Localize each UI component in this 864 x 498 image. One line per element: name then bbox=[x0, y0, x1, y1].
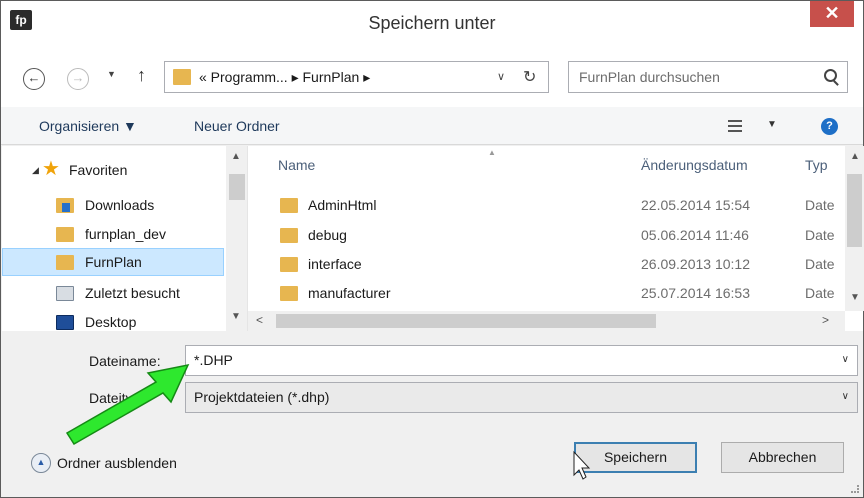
folder-icon bbox=[280, 228, 298, 243]
file-name: debug bbox=[308, 227, 347, 243]
desktop-icon bbox=[56, 315, 74, 330]
scroll-down-icon[interactable]: ▼ bbox=[231, 311, 241, 322]
column-header-label: Name bbox=[278, 157, 316, 173]
sidebar-item-label: Downloads bbox=[85, 197, 155, 213]
folder-icon bbox=[173, 69, 191, 85]
help-icon[interactable]: ? bbox=[821, 118, 838, 135]
address-bar[interactable]: « Programm... ▸ FurnPlan ▸ ∨ ↻ bbox=[164, 61, 549, 93]
new-folder-button[interactable]: Neuer Ordner bbox=[194, 107, 280, 145]
sidebar-item-recent-places[interactable]: Zuletzt besucht bbox=[2, 279, 224, 307]
folder-icon bbox=[56, 227, 74, 242]
title-bar: fp Speichern unter ✕ bbox=[1, 1, 863, 45]
column-header-date[interactable]: Änderungsdatum bbox=[641, 146, 748, 184]
up-one-level-button[interactable]: ↑ bbox=[137, 65, 146, 86]
filename-label: Dateiname: bbox=[89, 353, 161, 369]
folder-icon bbox=[280, 198, 298, 213]
refresh-icon[interactable]: ↻ bbox=[523, 67, 536, 87]
scrollbar-thumb[interactable] bbox=[847, 174, 862, 247]
file-date: 05.06.2014 11:46 bbox=[641, 227, 749, 243]
address-dropdown-icon[interactable]: ∨ bbox=[497, 70, 505, 83]
file-type: Date bbox=[805, 256, 835, 272]
close-button[interactable]: ✕ bbox=[810, 1, 854, 27]
forward-button[interactable]: → bbox=[67, 68, 89, 90]
hide-folders-toggle[interactable]: Ordner ausblenden bbox=[57, 449, 177, 477]
address-row: ← → ▼ ↑ « Programm... ▸ FurnPlan ▸ ∨ ↻ F… bbox=[1, 45, 863, 107]
folder-icon bbox=[280, 286, 298, 301]
file-name: AdminHtml bbox=[308, 197, 377, 213]
scroll-up-icon[interactable]: ▲ bbox=[850, 151, 860, 162]
sidebar-item-furnplan-dev[interactable]: furnplan_dev bbox=[2, 220, 224, 248]
save-button[interactable]: Speichern bbox=[574, 442, 697, 473]
sidebar-item-furnplan[interactable]: FurnPlan bbox=[2, 248, 224, 276]
search-input[interactable]: FurnPlan durchsuchen bbox=[568, 61, 848, 93]
file-type: Date bbox=[805, 197, 835, 213]
sidebar-item-downloads[interactable]: Downloads bbox=[2, 191, 224, 219]
table-row[interactable]: AdminHtml 22.05.2014 15:54 Date bbox=[248, 191, 845, 220]
folder-icon bbox=[280, 257, 298, 272]
file-list-horizontal-scrollbar[interactable]: < > bbox=[248, 311, 845, 331]
dialog-title: Speichern unter bbox=[368, 13, 496, 33]
navigation-scrollbar[interactable]: ▲ ▼ bbox=[226, 146, 247, 331]
cancel-button[interactable]: Abbrechen bbox=[721, 442, 844, 473]
file-list: Name ▲ Änderungsdatum Typ AdminHtml 22.0… bbox=[247, 146, 864, 331]
scrollbar-thumb[interactable] bbox=[276, 314, 656, 328]
scroll-up-icon[interactable]: ▲ bbox=[231, 151, 241, 162]
sidebar-item-label: FurnPlan bbox=[85, 254, 142, 270]
sidebar-item-label: Zuletzt besucht bbox=[85, 285, 180, 301]
scroll-right-icon[interactable]: > bbox=[822, 313, 829, 327]
sidebar-item-favorites[interactable]: ◢ ★ Favoriten bbox=[2, 156, 224, 184]
resize-grip-icon[interactable] bbox=[851, 485, 859, 493]
scroll-down-icon[interactable]: ▼ bbox=[850, 292, 860, 303]
scrollbar-thumb[interactable] bbox=[229, 174, 245, 200]
search-icon[interactable] bbox=[824, 69, 837, 82]
filetype-value: Projektdateien (*.dhp) bbox=[194, 389, 330, 405]
sort-caret-icon: ▲ bbox=[488, 148, 496, 157]
chevron-down-icon[interactable]: ∨ bbox=[842, 391, 849, 402]
folder-icon bbox=[56, 255, 74, 270]
table-row[interactable]: debug 05.06.2014 11:46 Date bbox=[248, 221, 845, 250]
view-options-icon[interactable] bbox=[728, 120, 742, 132]
filename-value: *.DHP bbox=[194, 352, 233, 368]
file-name: interface bbox=[308, 256, 362, 272]
organize-button[interactable]: Organisieren ▼ bbox=[39, 107, 137, 145]
breadcrumb[interactable]: « Programm... ▸ FurnPlan ▸ bbox=[199, 62, 370, 92]
sidebar-item-desktop[interactable]: Desktop bbox=[2, 308, 224, 336]
scroll-left-icon[interactable]: < bbox=[256, 313, 263, 327]
save-as-dialog: fp Speichern unter ✕ ← → ▼ ↑ « Programm.… bbox=[0, 0, 864, 498]
sidebar-item-label: Favoriten bbox=[69, 162, 128, 178]
file-type: Date bbox=[805, 227, 835, 243]
file-type: Date bbox=[805, 285, 835, 301]
table-row[interactable]: manufacturer 25.07.2014 16:53 Date bbox=[248, 279, 845, 308]
file-date: 26.09.2013 10:12 bbox=[641, 256, 750, 272]
file-name: manufacturer bbox=[308, 285, 391, 301]
collapse-icon[interactable]: ▲ bbox=[31, 453, 51, 473]
filetype-select[interactable]: Projektdateien (*.dhp) ∨ bbox=[185, 382, 858, 413]
view-dropdown-icon[interactable]: ▼ bbox=[767, 119, 777, 130]
table-row[interactable]: interface 26.09.2013 10:12 Date bbox=[248, 250, 845, 279]
file-list-vertical-scrollbar[interactable]: ▲ ▼ bbox=[845, 146, 864, 311]
sidebar-item-label: furnplan_dev bbox=[85, 226, 166, 242]
recent-places-icon bbox=[56, 286, 74, 301]
filetype-label: Dateityp: bbox=[89, 390, 145, 406]
star-icon: ★ bbox=[42, 158, 60, 180]
downloads-folder-icon bbox=[56, 198, 74, 213]
search-placeholder: FurnPlan durchsuchen bbox=[579, 69, 720, 85]
sidebar-item-label: Desktop bbox=[85, 314, 137, 330]
file-date: 22.05.2014 15:54 bbox=[641, 197, 750, 213]
command-bar: Organisieren ▼ Neuer Ordner ▼ ? bbox=[1, 107, 863, 145]
recent-locations-dropdown[interactable]: ▼ bbox=[107, 69, 116, 79]
column-header-name[interactable]: Name ▲ bbox=[278, 146, 608, 184]
file-date: 25.07.2014 16:53 bbox=[641, 285, 750, 301]
back-button[interactable]: ← bbox=[23, 68, 45, 90]
expand-triangle-icon[interactable]: ◢ bbox=[32, 156, 39, 184]
column-header-type[interactable]: Typ bbox=[805, 146, 828, 184]
filename-field[interactable]: *.DHP ∨ bbox=[185, 345, 858, 376]
navigation-pane: ◢ ★ Favoriten Downloads furnplan_dev Fur… bbox=[2, 146, 247, 331]
chevron-down-icon[interactable]: ∨ bbox=[842, 354, 849, 365]
